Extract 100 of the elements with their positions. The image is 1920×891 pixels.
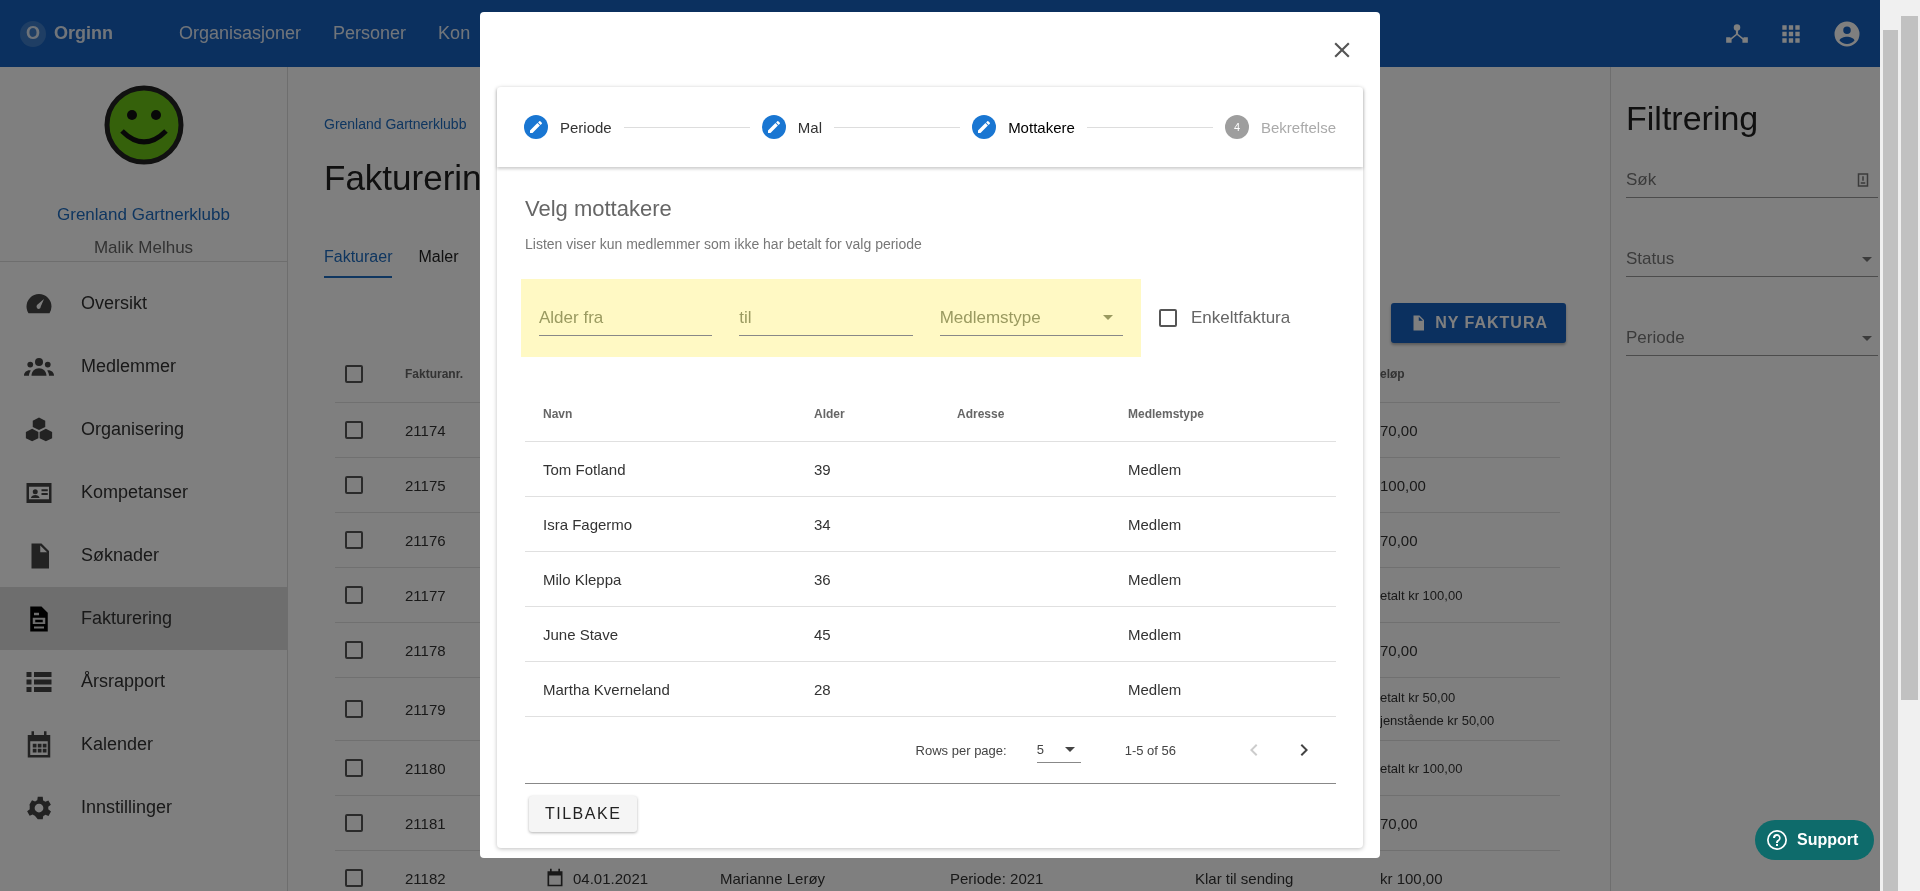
scrollbar[interactable] [1883,30,1898,891]
back-button[interactable]: TILBAKE [529,796,638,832]
checkbox[interactable] [345,586,363,604]
table-cell-text: 21176 [405,531,447,549]
table-cell-text: June Stave [543,625,620,643]
stepper-step[interactable]: 4 Bekreftelse [1224,115,1336,139]
rows-per-page-select[interactable]: 5 [1036,737,1081,763]
nav-link[interactable]: Organisasjoner [179,23,302,44]
sidebar-item[interactable]: Innstillinger [0,776,287,839]
table-cell-text: 21181 [405,814,447,832]
dropdown-caret-icon [1862,335,1872,341]
single-invoice-checkbox[interactable]: Enkeltfaktura [1159,308,1291,328]
table-cell: 04.01.2021 [573,869,649,887]
rows-per-page-label: Rows per page: [915,742,1007,758]
dropdown-caret-icon [1103,315,1113,320]
dropdown-caret-icon [1862,256,1872,262]
column-header[interactable]: Alder [814,407,957,421]
table-cell-text: Isra Fagermo [543,515,634,533]
table-cell-text: Medlem [1128,460,1183,478]
sidebar-item[interactable]: Medlemmer [0,335,287,398]
dropdown-field[interactable]: Status [1626,242,1878,277]
table-cell-text: kr 100,00 [1380,869,1444,887]
scrollbar[interactable] [1901,16,1918,700]
table-cell-text: 21175 [405,476,447,494]
support-button[interactable]: Support [1755,820,1875,860]
sidebar-item[interactable]: Kompetanser [0,461,287,524]
column-header[interactable]: Medlemstype [1128,407,1336,421]
stepper-step[interactable]: Mal [761,115,822,139]
table-cell-text: 70,00 [1380,641,1419,659]
table-cell-text: etalt kr 100,00 [1380,760,1464,776]
organization-name[interactable]: Grenland Gartnerklubb [0,205,287,225]
table-cell-text: Milo Kleppa [543,570,623,588]
checkbox[interactable] [345,641,363,659]
table-cell-text: 70,00 [1380,531,1419,549]
table-cell-text: 45 [814,625,832,643]
brand-name[interactable]: Orginn [54,23,113,44]
checkbox[interactable] [345,759,363,777]
table-cell-text: 34 [814,515,832,533]
table-cell-text: etalt kr 100,00 [1380,587,1464,603]
input-field[interactable]: Alder fra [539,300,713,336]
table-cell-text: Tom Fotland [543,460,627,478]
stepper-step[interactable]: Mottakere [972,115,1075,139]
table-cell-text: 21174 [405,421,447,439]
help-icon [1765,828,1789,852]
table-cell-text: Medlem [1128,515,1183,533]
table-cell-text: 70,00 [1380,814,1419,832]
column-header[interactable]: eløp [1380,367,1560,381]
table-cell-text: Medlem [1128,625,1183,643]
dropdown-caret-icon [1064,747,1075,752]
sidebar-item[interactable]: Organisering [0,398,287,461]
nav-link[interactable]: Kon [438,23,471,44]
table-cell-text: 21182 [405,869,447,887]
checkbox[interactable] [345,421,363,439]
checkbox[interactable] [345,700,363,718]
checkbox[interactable] [345,476,363,494]
table-cell-text: 28 [814,680,832,698]
table-cell-text: 21180 [405,759,447,777]
column-header[interactable]: Adresse [957,407,1128,421]
table-cell-text: 21178 [405,641,447,659]
nav-link[interactable]: Personer [333,23,407,44]
table-cell-text: Martha Kverneland [543,680,671,698]
table-cell-text: 21179 [405,700,447,718]
table-cell: Klar til sending [1195,869,1294,887]
page-title: Fakturerin [324,157,483,199]
checkbox[interactable] [345,869,363,887]
input-field[interactable]: til [739,300,913,336]
sidebar-item[interactable]: Kalender [0,713,287,776]
table-cell-text: 21177 [405,586,447,604]
page-range: 1-5 of 56 [1124,742,1176,758]
table-cell-text: jenstående kr 50,00 [1380,713,1496,728]
dropdown-field[interactable]: Periode [1626,321,1878,356]
table-cell-text: 70,00 [1380,421,1419,439]
description: Listen viser kun medlemmer som ikke har betalt for valg periode [525,236,923,252]
stepper-step[interactable]: Periode [524,115,612,139]
sidebar-item[interactable]: Fakturering [0,587,287,650]
checkbox[interactable] [345,365,363,383]
dropdown-field[interactable]: Medlemstype [939,300,1123,336]
new-invoice-button[interactable]: NY FAKTURA [1391,303,1566,343]
column-header[interactable]: Navn [543,407,814,421]
table-cell: Marianne Lerøy [720,869,826,887]
table-cell-text: 39 [814,460,832,478]
sidebar-item[interactable]: Årsrapport [0,650,287,713]
tab[interactable]: Maler [418,244,459,278]
user-name: Malik Melhus [0,238,287,262]
search-field[interactable]: Søk [1626,163,1878,198]
tab[interactable]: Fakturaer [324,244,393,278]
table-cell: Periode: 2021 [950,869,1044,887]
panel-title: Filtrering [1626,98,1760,138]
calendar-icon [545,868,565,888]
table-cell-text: 36 [814,570,832,588]
checkbox[interactable] [1159,309,1177,327]
sidebar-item[interactable]: Oversikt [0,272,287,335]
table-cell-text: Medlem [1128,680,1183,698]
table-cell-text: 100,00 [1380,476,1427,494]
section-heading: Velg mottakere [525,196,673,222]
sidebar-item[interactable]: Søknader [0,524,287,587]
table-cell-text: Medlem [1128,570,1183,588]
checkbox[interactable] [345,814,363,832]
logo[interactable]: O [20,20,46,47]
checkbox[interactable] [345,531,363,549]
